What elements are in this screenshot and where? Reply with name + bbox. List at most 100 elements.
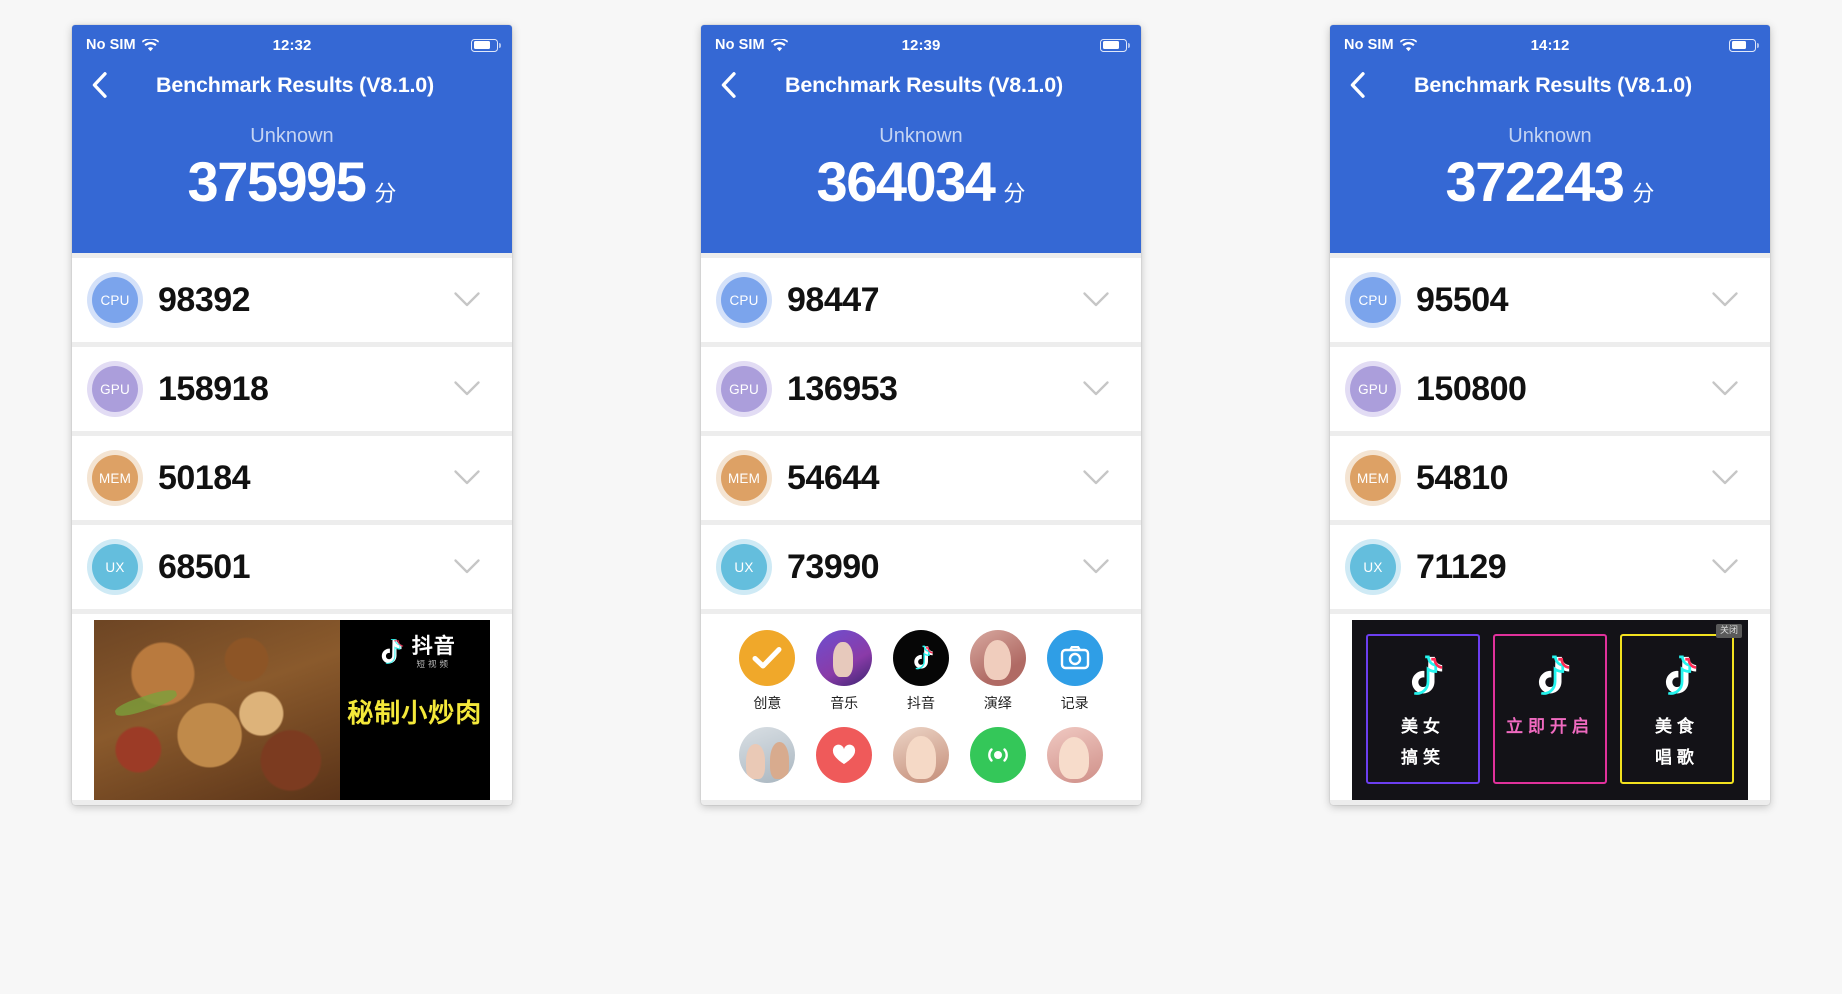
douyin-wordmark: 抖音 短视频 (412, 636, 456, 669)
nav-bar: Benchmark Results (V8.1.0) (72, 63, 512, 107)
ad-panel-subtitle: 唱歌 (1654, 748, 1699, 767)
total-score: 375995 (187, 150, 367, 213)
phone-screenshot-2: No SIM 12:39 Benchmark Results (V8.1.0) … (701, 25, 1141, 805)
page-title: Benchmark Results (V8.1.0) (785, 72, 1063, 97)
score-row-gpu[interactable]: GPU 136953 (701, 347, 1141, 431)
device-label: Unknown (879, 125, 963, 147)
mem-score: 54644 (787, 458, 880, 497)
score-row-cpu[interactable]: CPU 98392 (72, 258, 512, 342)
cpu-score: 95504 (1416, 280, 1509, 319)
screenshot-stage: No SIM 12:32 Benchmark Results (V8.1.0) … (0, 0, 1842, 994)
mem-badge-icon: MEM (92, 455, 138, 501)
tiktok-note-icon (374, 637, 404, 667)
ad-panel-title: 美食 (1654, 717, 1699, 736)
portrait-photo-icon (1046, 727, 1103, 783)
battery-icon (1729, 38, 1759, 52)
chevron-down-icon[interactable] (1083, 470, 1109, 486)
total-score: 364034 (816, 150, 996, 213)
device-label: Unknown (250, 125, 334, 147)
tiktok-note-icon (1527, 650, 1573, 702)
grid-item[interactable] (810, 727, 878, 783)
status-bar: No SIM 14:12 (1330, 33, 1770, 57)
advertisement-card[interactable]: 创意 音乐 抖音 演绎 记录 (701, 614, 1141, 800)
nav-bar: Benchmark Results (V8.1.0) (1330, 63, 1770, 107)
score-row-mem[interactable]: MEM 54644 (701, 436, 1141, 520)
chevron-down-icon[interactable] (454, 470, 480, 486)
chevron-down-icon[interactable] (1083, 381, 1109, 397)
ad-slogan: 秘制小炒肉 (347, 697, 483, 728)
gpu-badge-icon: GPU (721, 366, 767, 412)
score-row-ux[interactable]: UX 68501 (72, 525, 512, 609)
total-score-row: 372243 分 (1330, 154, 1770, 210)
app-header: No SIM 14:12 Benchmark Results (V8.1.0) … (1330, 25, 1770, 253)
battery-icon (1100, 38, 1130, 52)
chevron-down-icon[interactable] (1712, 381, 1738, 397)
check-mark-icon (739, 630, 796, 686)
grid-item[interactable]: 记录 (1041, 630, 1109, 713)
ux-score: 68501 (158, 547, 251, 586)
food-ad-banner[interactable]: 抖音 短视频 秘制小炒肉 (94, 620, 490, 800)
phone-screenshot-1: No SIM 12:32 Benchmark Results (V8.1.0) … (72, 25, 512, 805)
device-label: Unknown (1508, 125, 1592, 147)
grid-item[interactable] (887, 727, 955, 783)
status-bar: No SIM 12:32 (72, 33, 512, 57)
score-list: CPU 98392 GPU 158918 MEM 50184 UX 68501 (72, 258, 512, 800)
chevron-down-icon[interactable] (454, 559, 480, 575)
icon-grid-ad[interactable]: 创意 音乐 抖音 演绎 记录 (723, 620, 1119, 800)
chevron-down-icon[interactable] (1083, 292, 1109, 308)
chevron-down-icon[interactable] (1712, 292, 1738, 308)
sound-wave-icon (969, 727, 1026, 783)
chevron-down-icon[interactable] (1083, 559, 1109, 575)
ad-panel-subtitle: 搞笑 (1401, 748, 1446, 767)
grid-item[interactable] (1041, 727, 1109, 783)
chevron-down-icon[interactable] (454, 381, 480, 397)
advertisement-card[interactable]: 抖音 短视频 秘制小炒肉 (72, 614, 512, 800)
status-bar: No SIM 12:39 (701, 33, 1141, 57)
score-unit: 分 (1632, 181, 1655, 206)
score-row-cpu[interactable]: CPU 95504 (1330, 258, 1770, 342)
heart-icon (816, 727, 873, 783)
score-list: CPU 95504 GPU 150800 MEM 54810 UX 71129 (1330, 258, 1770, 800)
score-row-ux[interactable]: UX 71129 (1330, 525, 1770, 609)
score-row-mem[interactable]: MEM 54810 (1330, 436, 1770, 520)
ux-score: 73990 (787, 547, 880, 586)
wifi-icon (141, 38, 159, 52)
mem-badge-icon: MEM (721, 455, 767, 501)
icon-grid-row-2 (723, 727, 1119, 783)
grid-item[interactable]: 音乐 (810, 630, 878, 713)
carrier-label: No SIM (715, 37, 765, 53)
ad-brand-area: 抖音 短视频 秘制小炒肉 (339, 620, 490, 800)
clock-label: 14:12 (1530, 36, 1570, 54)
girl-photo-icon (892, 727, 949, 783)
ad-close-button[interactable]: 关闭 (1715, 624, 1742, 638)
camera-icon (1046, 630, 1103, 686)
total-score: 372243 (1445, 150, 1625, 213)
score-row-gpu[interactable]: GPU 150800 (1330, 347, 1770, 431)
chevron-down-icon[interactable] (1712, 559, 1738, 575)
dark-tiktok-ad[interactable]: 美女 搞笑 立即开启 美食 唱歌 关闭 (1352, 620, 1748, 800)
score-row-gpu[interactable]: GPU 158918 (72, 347, 512, 431)
app-header: No SIM 12:39 Benchmark Results (V8.1.0) … (701, 25, 1141, 253)
tiktok-note-icon (1400, 650, 1446, 702)
ad-panel-2[interactable]: 立即开启 (1492, 634, 1608, 784)
grid-item-label: 创意 (753, 695, 782, 711)
score-row-mem[interactable]: MEM 50184 (72, 436, 512, 520)
grid-item[interactable]: 抖音 (887, 630, 955, 713)
carrier-label: No SIM (1344, 37, 1394, 53)
chevron-down-icon[interactable] (454, 292, 480, 308)
chevron-down-icon[interactable] (1712, 470, 1738, 486)
ad-panel-1[interactable]: 美女 搞笑 (1366, 634, 1481, 784)
advertisement-card[interactable]: 美女 搞笑 立即开启 美食 唱歌 关闭 (1330, 614, 1770, 800)
grid-item[interactable] (964, 727, 1032, 783)
grid-item[interactable] (733, 727, 801, 783)
score-row-cpu[interactable]: CPU 98447 (701, 258, 1141, 342)
ad-panel-title: 美女 (1401, 717, 1446, 736)
grid-item[interactable]: 演绎 (964, 630, 1032, 713)
app-header: No SIM 12:32 Benchmark Results (V8.1.0) … (72, 25, 512, 253)
mem-score: 54810 (1416, 458, 1509, 497)
score-row-ux[interactable]: UX 73990 (701, 525, 1141, 609)
brand-subtitle: 短视频 (416, 659, 452, 669)
ad-panel-3[interactable]: 美食 唱歌 (1619, 634, 1734, 784)
cpu-badge-icon: CPU (1350, 277, 1396, 323)
grid-item[interactable]: 创意 (733, 630, 801, 713)
